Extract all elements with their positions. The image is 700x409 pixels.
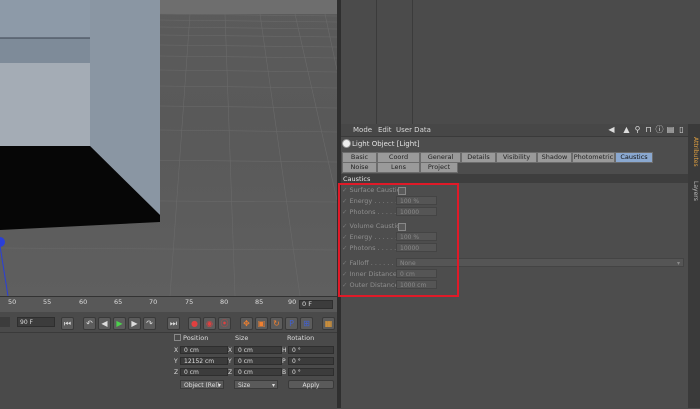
rotate-key-icon[interactable]: ↻ xyxy=(270,317,283,330)
coords-menu-icon[interactable] xyxy=(174,334,181,341)
back-arrow-icon[interactable]: ◀ xyxy=(607,125,616,134)
axis-label: Z xyxy=(228,369,233,376)
rotation-b-field[interactable]: 0 ° xyxy=(288,368,334,376)
coordinate-mode-dropdown[interactable]: Object (Rel) ▾ xyxy=(180,380,224,389)
position-y-field[interactable]: 12152 cm xyxy=(180,357,228,365)
position-x-field[interactable]: 0 cm xyxy=(180,346,228,354)
size-y-field[interactable]: 0 cm xyxy=(234,357,282,365)
axis-label: Y xyxy=(228,358,232,365)
tick-label: 65 xyxy=(114,298,123,306)
auto-key-icon[interactable]: ◉ xyxy=(203,317,216,330)
timeline-ruler[interactable]: 50 55 60 65 70 75 80 85 90 0 F xyxy=(0,296,337,313)
frame-start-field[interactable] xyxy=(0,317,10,327)
tab-details[interactable]: Details xyxy=(461,152,496,163)
chevron-down-icon: ▾ xyxy=(676,260,680,267)
menu-mode[interactable]: Mode xyxy=(353,126,372,134)
pla-key-icon[interactable]: ⊞ xyxy=(300,317,313,330)
frame-end-field[interactable]: 90 F xyxy=(17,317,55,327)
prev-key-icon[interactable]: ↶ xyxy=(83,317,96,330)
column-divider xyxy=(376,0,377,124)
size-x-field[interactable]: 0 cm xyxy=(234,346,282,354)
chevron-down-icon: ▾ xyxy=(217,382,221,389)
go-to-start-icon[interactable]: ⏮ xyxy=(61,317,74,330)
prev-frame-icon[interactable]: ◀ xyxy=(98,317,111,330)
apply-button[interactable]: Apply xyxy=(288,380,334,389)
play-icon[interactable]: ▶ xyxy=(113,317,126,330)
light-gizmo xyxy=(0,237,5,247)
size-mode-value: Size xyxy=(238,382,251,389)
viewport[interactable] xyxy=(0,0,337,296)
side-tab-attributes[interactable]: Attributes xyxy=(689,132,699,172)
cursor-arrow-icon[interactable]: ▲ xyxy=(622,125,631,134)
axis-label: H xyxy=(282,347,287,354)
object-title: Light Object [Light] xyxy=(352,140,420,148)
search-icon[interactable]: ⚲ xyxy=(633,125,642,134)
tick-label: 85 xyxy=(255,298,264,306)
new-panel-icon[interactable]: ▤ xyxy=(666,125,675,134)
parameter-key-icon[interactable]: P xyxy=(285,317,298,330)
tab-visibility[interactable]: Visibility xyxy=(496,152,537,163)
coordinate-mode-value: Object (Rel) xyxy=(184,382,220,389)
tick-label: 90 xyxy=(288,298,297,306)
current-frame-field[interactable]: 0 F xyxy=(299,300,333,309)
tick-label: 55 xyxy=(43,298,52,306)
axis-label: P xyxy=(282,358,286,365)
tab-lens[interactable]: Lens xyxy=(377,162,420,173)
tab-noise[interactable]: Noise xyxy=(342,162,377,173)
axis-label: Y xyxy=(174,358,178,365)
expand-icon[interactable]: ▯ xyxy=(677,125,686,134)
light-object-icon xyxy=(342,139,351,148)
size-z-field[interactable]: 0 cm xyxy=(234,368,282,376)
section-title: Caustics xyxy=(343,175,371,183)
tab-caustics[interactable]: Caustics xyxy=(615,152,653,163)
section-header xyxy=(341,174,688,183)
tick-label: 70 xyxy=(149,298,158,306)
highlight-box xyxy=(338,183,459,297)
tick-label: 80 xyxy=(220,298,229,306)
timeline-icon[interactable]: ▦ xyxy=(322,317,335,330)
rotation-p-field[interactable]: 0 ° xyxy=(288,357,334,365)
position-z-field[interactable]: 0 cm xyxy=(180,368,228,376)
axis-label: Z xyxy=(174,369,179,376)
tab-project[interactable]: Project xyxy=(420,162,458,173)
position-header: Position xyxy=(183,334,209,342)
axis-label: X xyxy=(174,347,179,354)
lock-icon[interactable]: ⊓ xyxy=(644,125,653,134)
keyframe-selection-icon[interactable]: ⦿ xyxy=(218,317,231,330)
size-header: Size xyxy=(235,334,249,342)
tick-label: 75 xyxy=(185,298,194,306)
scale-key-icon[interactable]: ▣ xyxy=(255,317,268,330)
rotation-h-field[interactable]: 0 ° xyxy=(288,346,334,354)
tab-shadow[interactable]: Shadow xyxy=(537,152,572,163)
tick-label: 60 xyxy=(79,298,88,306)
axis-label: B xyxy=(282,369,287,376)
side-tab-layers[interactable]: Layers xyxy=(689,176,699,206)
tick-label: 50 xyxy=(8,298,17,306)
rotation-header: Rotation xyxy=(287,334,315,342)
info-icon[interactable]: ⓘ xyxy=(655,125,664,134)
chevron-down-icon: ▾ xyxy=(271,382,275,389)
cube-front-face xyxy=(0,63,90,146)
next-key-icon[interactable]: ↷ xyxy=(143,317,156,330)
attribute-menubar: Mode Edit User Data ◀ ▲ ⚲ ⊓ ⓘ ▤ ▯ xyxy=(341,124,688,137)
next-frame-icon[interactable]: ▶ xyxy=(128,317,141,330)
column-divider xyxy=(412,0,413,124)
tab-photometric[interactable]: Photometric xyxy=(572,152,615,163)
side-tab-strip: Attributes Layers xyxy=(688,124,700,408)
go-to-end-icon[interactable]: ⏭ xyxy=(167,317,180,330)
record-icon[interactable]: ● xyxy=(188,317,201,330)
menu-edit[interactable]: Edit xyxy=(378,126,392,134)
move-key-icon[interactable]: ✥ xyxy=(240,317,253,330)
size-mode-dropdown[interactable]: Size ▾ xyxy=(234,380,278,389)
axis-label: X xyxy=(228,347,233,354)
object-manager[interactable] xyxy=(341,0,700,124)
viewport-scene xyxy=(0,0,337,296)
menu-user-data[interactable]: User Data xyxy=(396,126,431,134)
coordinates-manager xyxy=(0,332,337,409)
